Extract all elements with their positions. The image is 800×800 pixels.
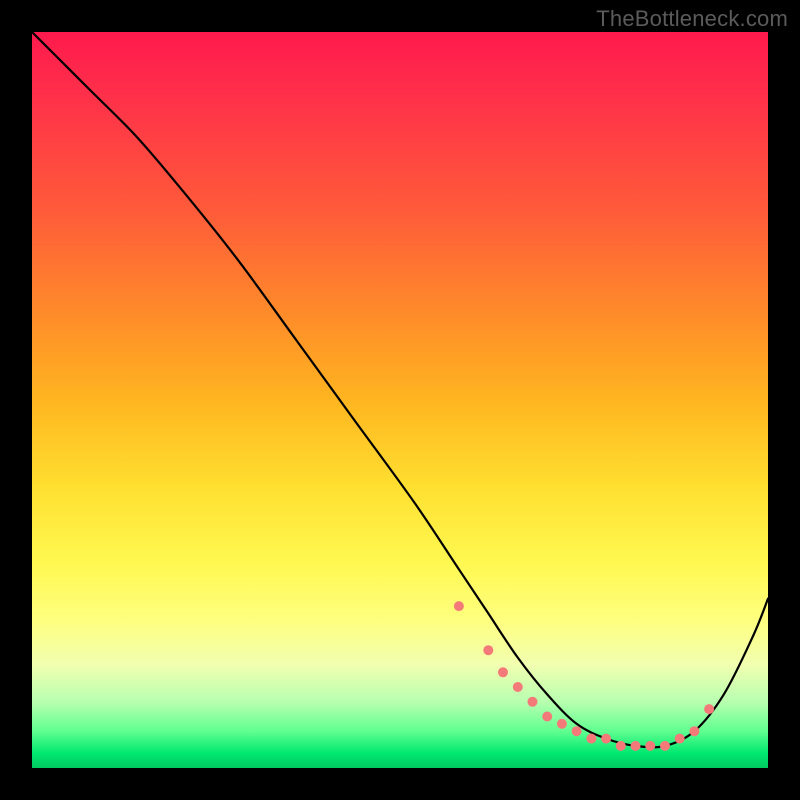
- data-point: [660, 741, 670, 751]
- data-point: [616, 741, 626, 751]
- data-point: [528, 697, 538, 707]
- watermark-text: TheBottleneck.com: [596, 6, 788, 32]
- data-point: [689, 726, 699, 736]
- data-point: [454, 601, 464, 611]
- bottleneck-curve: [32, 32, 768, 747]
- data-point: [675, 734, 685, 744]
- data-point: [513, 682, 523, 692]
- data-point: [483, 645, 493, 655]
- data-point: [498, 667, 508, 677]
- chart-svg: [32, 32, 768, 768]
- data-point: [645, 741, 655, 751]
- data-point: [601, 734, 611, 744]
- data-point: [542, 712, 552, 722]
- plot-area: [32, 32, 768, 768]
- data-point: [631, 741, 641, 751]
- data-point: [572, 726, 582, 736]
- chart-frame: TheBottleneck.com: [0, 0, 800, 800]
- data-point: [586, 734, 596, 744]
- data-point: [704, 704, 714, 714]
- data-point: [557, 719, 567, 729]
